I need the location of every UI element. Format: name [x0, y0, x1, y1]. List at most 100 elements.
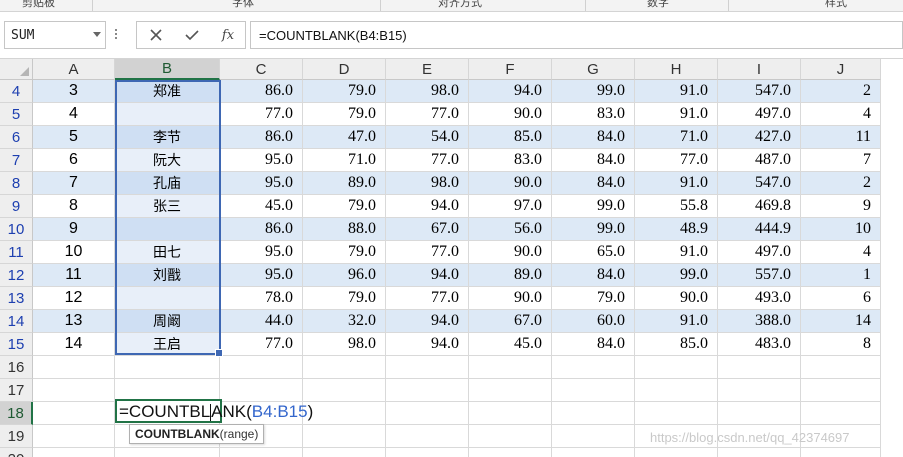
- cell-i15[interactable]: 483.0: [718, 333, 801, 356]
- cell-a12[interactable]: 11: [33, 264, 115, 287]
- cell-a19[interactable]: [33, 425, 115, 448]
- cell-d13[interactable]: 79.0: [303, 287, 386, 310]
- cell-f10[interactable]: 56.0: [469, 218, 552, 241]
- cell-h15[interactable]: 85.0: [635, 333, 718, 356]
- cell-a20[interactable]: [33, 448, 115, 457]
- cell-e8[interactable]: 98.0: [386, 172, 469, 195]
- cell-c6[interactable]: 86.0: [220, 126, 303, 149]
- cell-c5[interactable]: 77.0: [220, 103, 303, 126]
- insert-function-button[interactable]: fx: [211, 22, 245, 48]
- cell-b12[interactable]: 刘戬: [115, 264, 220, 287]
- cell-d4[interactable]: 79.0: [303, 80, 386, 103]
- cell-d7[interactable]: 71.0: [303, 149, 386, 172]
- cell-d11[interactable]: 79.0: [303, 241, 386, 264]
- cell-b6[interactable]: 李节: [115, 126, 220, 149]
- cell-i17[interactable]: [718, 379, 801, 402]
- cell-h16[interactable]: [635, 356, 718, 379]
- row-header-13[interactable]: 13: [0, 287, 33, 310]
- cell-f4[interactable]: 94.0: [469, 80, 552, 103]
- cell-c8[interactable]: 95.0: [220, 172, 303, 195]
- cell-e9[interactable]: 94.0: [386, 195, 469, 218]
- cell-h10[interactable]: 48.9: [635, 218, 718, 241]
- cell-g10[interactable]: 99.0: [552, 218, 635, 241]
- cell-a13[interactable]: 12: [33, 287, 115, 310]
- cell-j17[interactable]: [801, 379, 881, 402]
- cell-j7[interactable]: 7: [801, 149, 881, 172]
- cell-d20[interactable]: [303, 448, 386, 457]
- cell-c17[interactable]: [220, 379, 303, 402]
- cell-i20[interactable]: [718, 448, 801, 457]
- cell-g5[interactable]: 83.0: [552, 103, 635, 126]
- cell-f6[interactable]: 85.0: [469, 126, 552, 149]
- cell-e5[interactable]: 77.0: [386, 103, 469, 126]
- cell-g4[interactable]: 99.0: [552, 80, 635, 103]
- cell-h14[interactable]: 91.0: [635, 310, 718, 333]
- cell-b13[interactable]: [115, 287, 220, 310]
- cell-a14[interactable]: 13: [33, 310, 115, 333]
- cell-d14[interactable]: 32.0: [303, 310, 386, 333]
- column-header-e[interactable]: E: [386, 59, 469, 80]
- cell-e17[interactable]: [386, 379, 469, 402]
- cell-f11[interactable]: 90.0: [469, 241, 552, 264]
- row-header-9[interactable]: 9: [0, 195, 33, 218]
- cell-i5[interactable]: 497.0: [718, 103, 801, 126]
- cell-f16[interactable]: [469, 356, 552, 379]
- cell-d8[interactable]: 89.0: [303, 172, 386, 195]
- cell-c20[interactable]: [220, 448, 303, 457]
- cell-i11[interactable]: 497.0: [718, 241, 801, 264]
- cell-b5[interactable]: [115, 103, 220, 126]
- name-box[interactable]: SUM: [4, 21, 106, 49]
- column-header-i[interactable]: I: [718, 59, 801, 80]
- row-header-11[interactable]: 11: [0, 241, 33, 264]
- cell-j9[interactable]: 9: [801, 195, 881, 218]
- cell-g7[interactable]: 84.0: [552, 149, 635, 172]
- cell-a15[interactable]: 14: [33, 333, 115, 356]
- row-header-12[interactable]: 12: [0, 264, 33, 287]
- cell-g20[interactable]: [552, 448, 635, 457]
- cell-j6[interactable]: 11: [801, 126, 881, 149]
- cell-b20[interactable]: [115, 448, 220, 457]
- cell-g17[interactable]: [552, 379, 635, 402]
- cell-c12[interactable]: 95.0: [220, 264, 303, 287]
- cancel-button[interactable]: [139, 22, 173, 48]
- ribbon-group-styles[interactable]: 样式: [825, 0, 847, 10]
- cell-d17[interactable]: [303, 379, 386, 402]
- cell-b8[interactable]: 孔庙: [115, 172, 220, 195]
- row-header-8[interactable]: 8: [0, 172, 33, 195]
- cell-i13[interactable]: 493.0: [718, 287, 801, 310]
- row-header-20[interactable]: 20: [0, 448, 33, 457]
- row-header-4[interactable]: 4: [0, 80, 33, 103]
- select-all-corner[interactable]: [0, 59, 33, 80]
- cell-h5[interactable]: 91.0: [635, 103, 718, 126]
- cell-e4[interactable]: 98.0: [386, 80, 469, 103]
- cell-e11[interactable]: 77.0: [386, 241, 469, 264]
- cell-h11[interactable]: 91.0: [635, 241, 718, 264]
- cell-g19[interactable]: [552, 425, 635, 448]
- cell-j20[interactable]: [801, 448, 881, 457]
- cell-c9[interactable]: 45.0: [220, 195, 303, 218]
- cell-g15[interactable]: 84.0: [552, 333, 635, 356]
- cell-f19[interactable]: [469, 425, 552, 448]
- cell-g14[interactable]: 60.0: [552, 310, 635, 333]
- cell-d19[interactable]: [303, 425, 386, 448]
- column-header-c[interactable]: C: [220, 59, 303, 80]
- column-header-b[interactable]: B: [115, 59, 220, 80]
- column-header-a[interactable]: A: [33, 59, 115, 80]
- cell-d9[interactable]: 79.0: [303, 195, 386, 218]
- cell-h8[interactable]: 91.0: [635, 172, 718, 195]
- cell-f14[interactable]: 67.0: [469, 310, 552, 333]
- cell-g16[interactable]: [552, 356, 635, 379]
- cell-i18[interactable]: [718, 402, 801, 425]
- cell-a5[interactable]: 4: [33, 103, 115, 126]
- cell-c14[interactable]: 44.0: [220, 310, 303, 333]
- cell-f18[interactable]: [469, 402, 552, 425]
- cell-c7[interactable]: 95.0: [220, 149, 303, 172]
- chevron-down-icon[interactable]: [93, 32, 101, 37]
- cell-d6[interactable]: 47.0: [303, 126, 386, 149]
- cell-f8[interactable]: 90.0: [469, 172, 552, 195]
- cell-h13[interactable]: 90.0: [635, 287, 718, 310]
- cell-f7[interactable]: 83.0: [469, 149, 552, 172]
- cell-d16[interactable]: [303, 356, 386, 379]
- cell-g8[interactable]: 84.0: [552, 172, 635, 195]
- cell-i14[interactable]: 388.0: [718, 310, 801, 333]
